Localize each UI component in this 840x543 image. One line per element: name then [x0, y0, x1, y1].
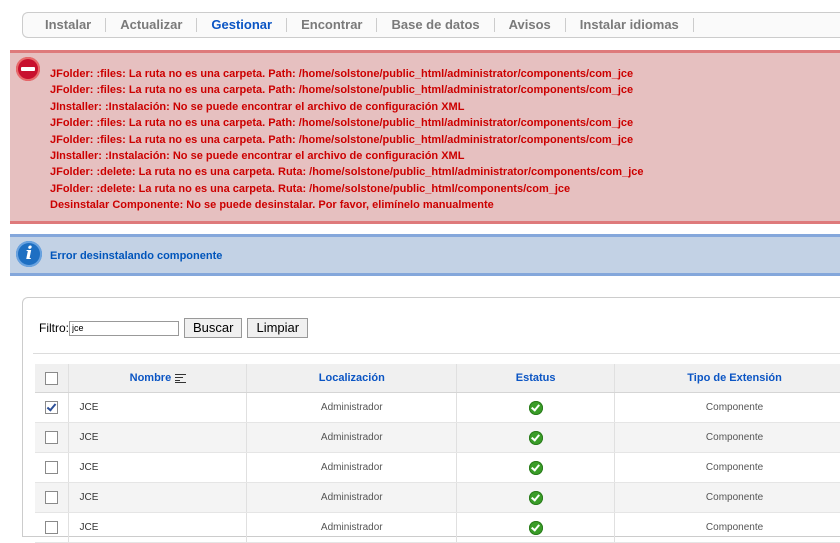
row-checkbox[interactable]: [45, 461, 59, 474]
extension-status: [456, 422, 616, 453]
extension-type: Componente: [614, 392, 840, 423]
select-all-cell: [35, 364, 70, 393]
extension-location: Administrador: [246, 422, 458, 453]
enabled-check-icon[interactable]: [528, 430, 543, 445]
extension-status: [456, 392, 616, 423]
notice-message: Error desinstalando componente: [50, 250, 223, 262]
error-message: JFolder: :delete: La ruta no es una carp…: [50, 166, 644, 179]
error-message: JFolder: :files: La ruta no es una carpe…: [50, 84, 634, 97]
divider: [33, 353, 840, 354]
error-message: Desinstalar Componente: No se puede desi…: [50, 199, 494, 212]
submenu-tabs: Instalar Actualizar Gestionar Encontrar …: [22, 12, 840, 38]
error-message: JFolder: :files: La ruta no es una carpe…: [50, 133, 634, 146]
sort-icon[interactable]: [175, 373, 187, 383]
info-icon: i: [16, 241, 42, 267]
extensions-panel: Filtro: Buscar Limpiar Nombre Localizaci…: [22, 297, 840, 543]
extension-name: JCE: [68, 392, 248, 423]
row-select-cell: [35, 422, 70, 453]
column-name-label[interactable]: Nombre: [130, 372, 172, 384]
row-checkbox[interactable]: [45, 431, 59, 444]
row-select-cell: [35, 482, 70, 513]
extension-name: JCE: [68, 422, 248, 453]
extension-name: JCE: [68, 512, 248, 543]
extension-location: Administrador: [246, 392, 458, 423]
extensions-table: Nombre Localización Estatus Tipo de Exte…: [35, 364, 840, 543]
tab-instalar-idiomas[interactable]: Instalar idiomas: [566, 18, 694, 32]
enabled-check-icon[interactable]: [528, 520, 543, 535]
extension-name: JCE: [68, 452, 248, 483]
row-select-cell: [35, 452, 70, 483]
table-header-row: Nombre Localización Estatus Tipo de Exte…: [35, 364, 840, 393]
table-row: JCE Administrador Componente: [35, 452, 840, 483]
extension-type: Componente: [614, 512, 840, 543]
extension-status: [456, 482, 616, 513]
error-message-list: JFolder: :files: La ruta no es una carpe…: [50, 66, 644, 214]
column-name[interactable]: Nombre: [68, 364, 248, 393]
extension-name: JCE: [68, 482, 248, 513]
table-row: JCE Administrador Componente: [35, 392, 840, 423]
filter-label: Filtro:: [39, 321, 69, 335]
enabled-check-icon[interactable]: [528, 460, 543, 475]
extension-type: Componente: [614, 422, 840, 453]
notice-message-box: i Error desinstalando componente: [10, 234, 840, 276]
extension-location: Administrador: [246, 452, 458, 483]
error-message: JFolder: :files: La ruta no es una carpe…: [50, 117, 634, 130]
table-row: JCE Administrador Componente: [35, 422, 840, 453]
search-button[interactable]: Buscar: [184, 318, 243, 338]
error-message: JInstaller: :Instalación: No se puede en…: [50, 149, 465, 162]
row-checkbox[interactable]: [45, 401, 59, 414]
enabled-check-icon[interactable]: [528, 400, 543, 415]
extension-type: Componente: [614, 452, 840, 483]
extension-status: [456, 452, 616, 483]
reset-button[interactable]: Limpiar: [247, 318, 309, 338]
tab-base-de-datos[interactable]: Base de datos: [377, 18, 495, 32]
error-minus-icon: [16, 57, 40, 81]
filter-input[interactable]: [69, 320, 179, 336]
tab-encontrar[interactable]: Encontrar: [287, 18, 378, 32]
row-checkbox[interactable]: [45, 491, 59, 504]
column-type: Tipo de Extensión: [614, 364, 840, 393]
extension-location: Administrador: [246, 482, 458, 513]
select-all-checkbox[interactable]: [45, 371, 59, 385]
tab-gestionar[interactable]: Gestionar: [197, 18, 288, 32]
table-row: JCE Administrador Componente: [35, 482, 840, 513]
row-checkbox[interactable]: [45, 521, 59, 534]
extension-status: [456, 512, 616, 543]
error-message: JInstaller: :Instalación: No se puede en…: [50, 100, 465, 113]
tab-avisos[interactable]: Avisos: [495, 18, 566, 32]
table-row: JCE Administrador Componente: [35, 512, 840, 543]
error-message: JFolder: :files: La ruta no es una carpe…: [50, 68, 634, 80]
row-select-cell: [35, 512, 70, 543]
filter-bar: Filtro: Buscar Limpiar: [39, 318, 309, 338]
tab-instalar[interactable]: Instalar: [23, 18, 107, 32]
enabled-check-icon[interactable]: [528, 490, 543, 505]
row-select-cell: [35, 392, 70, 423]
tab-actualizar[interactable]: Actualizar: [106, 18, 198, 32]
error-message-box: JFolder: :files: La ruta no es una carpe…: [10, 50, 840, 224]
column-location: Localización: [246, 364, 458, 393]
column-status: Estatus: [456, 364, 616, 393]
error-message: JFolder: :delete: La ruta no es una carp…: [50, 182, 571, 195]
extension-type: Componente: [614, 482, 840, 513]
extension-location: Administrador: [246, 512, 458, 543]
